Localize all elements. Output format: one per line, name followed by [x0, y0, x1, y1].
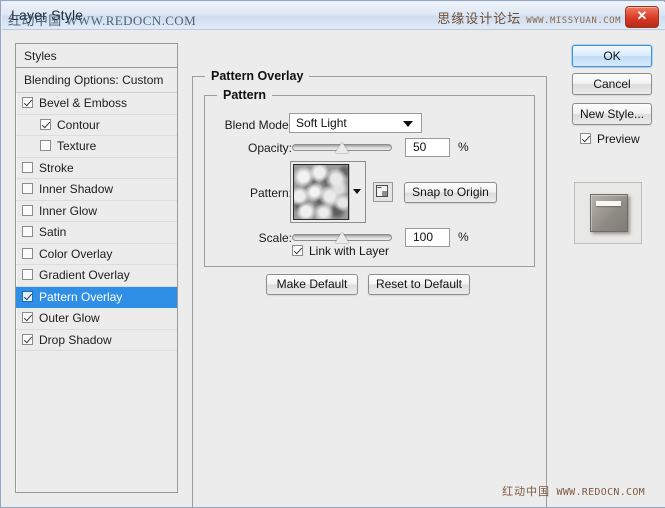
style-row-label: Texture: [57, 139, 97, 153]
scale-input[interactable]: 100: [405, 228, 450, 247]
pattern-label: Pattern:: [249, 186, 292, 200]
preview-shape: [590, 194, 628, 232]
blending-options-row[interactable]: Blending Options: Custom: [16, 68, 177, 93]
window-frame: Layer Style 红动中国 WWW.REDOCN.COM 思缘设计论坛 WW…: [0, 0, 665, 508]
scale-slider[interactable]: [292, 230, 392, 244]
opacity-slider-thumb[interactable]: [335, 142, 349, 153]
blend-mode-label: Blend Mode:: [224, 118, 292, 132]
style-row-label: Satin: [39, 225, 67, 239]
scale-label: Scale:: [258, 231, 292, 245]
checkbox-icon[interactable]: [22, 290, 33, 302]
ok-button[interactable]: OK: [572, 45, 652, 67]
checkbox-icon[interactable]: [22, 204, 33, 216]
checkbox-icon[interactable]: [22, 183, 33, 194]
style-row-label: Color Overlay: [39, 246, 113, 261]
link-with-layer-label: Link with Layer: [309, 244, 390, 258]
chevron-down-icon: [403, 121, 413, 127]
style-row-pattern-overlay[interactable]: Pattern Overlay: [16, 286, 177, 308]
style-row-bevel-emboss[interactable]: Bevel & Emboss: [16, 93, 177, 115]
snap-to-origin-button[interactable]: Snap to Origin: [404, 182, 497, 203]
style-row-label: Drop Shadow: [39, 332, 112, 347]
checkbox-icon[interactable]: [22, 269, 33, 280]
opacity-label: Opacity:: [247, 141, 292, 155]
opacity-input[interactable]: 50: [405, 138, 450, 157]
scale-unit: %: [458, 230, 469, 244]
layer-style-dialog: Layer Style 红动中国 WWW.REDOCN.COM 思缘设计论坛 WW…: [0, 0, 665, 508]
style-row-inner-shadow[interactable]: Inner Shadow: [16, 179, 177, 201]
new-preset-icon: [376, 185, 388, 197]
preview-highlight-bar: [596, 201, 621, 206]
checkbox-icon: [292, 245, 303, 256]
watermark-bottom-cn: 红动中国: [502, 486, 551, 498]
styles-list-panel: Styles Blending Options: Custom Bevel & …: [15, 43, 178, 493]
checkbox-icon[interactable]: [22, 247, 33, 259]
checkbox-icon[interactable]: [22, 97, 33, 108]
pattern-picker[interactable]: [290, 161, 366, 223]
chevron-down-icon: [353, 189, 361, 194]
preview-label: Preview: [597, 132, 640, 146]
style-row-texture[interactable]: Texture: [16, 136, 177, 158]
opacity-slider[interactable]: [292, 140, 392, 154]
style-row-label: Pattern Overlay: [39, 289, 123, 304]
title-bar[interactable]: Layer Style 红动中国 WWW.REDOCN.COM 思缘设计论坛 WW…: [2, 2, 665, 30]
style-row-inner-glow[interactable]: Inner Glow: [16, 201, 177, 222]
checkbox-icon[interactable]: [22, 226, 33, 237]
pattern-swatch[interactable]: [293, 164, 349, 220]
new-style-button[interactable]: New Style...: [572, 103, 652, 125]
checkbox-icon[interactable]: [40, 140, 51, 151]
pattern-overlay-group-title: Pattern Overlay: [205, 69, 310, 83]
cancel-button[interactable]: Cancel: [572, 73, 652, 95]
preview-checkbox[interactable]: Preview: [580, 132, 640, 146]
checkbox-icon[interactable]: [40, 118, 51, 130]
watermark-title-right: 思缘设计论坛 WWW.MISSYUAN.COM: [437, 8, 621, 27]
checkbox-icon[interactable]: [22, 333, 33, 345]
style-row-label: Outer Glow: [39, 311, 100, 325]
style-row-label: Stroke: [39, 160, 74, 175]
style-row-color-overlay[interactable]: Color Overlay: [16, 244, 177, 265]
close-button[interactable]: ✕: [625, 6, 659, 28]
style-row-outer-glow[interactable]: Outer Glow: [16, 308, 177, 330]
checkbox-icon[interactable]: [22, 161, 33, 173]
style-row-label: Inner Shadow: [39, 182, 114, 196]
style-row-label: Inner Glow: [39, 203, 98, 218]
checkbox-icon[interactable]: [22, 312, 33, 323]
checkbox-icon: [580, 133, 591, 144]
style-row-label: Contour: [57, 117, 100, 132]
style-row-gradient-overlay[interactable]: Gradient Overlay: [16, 265, 177, 287]
styles-list-header: Styles: [16, 44, 177, 68]
watermark-title-right-en: WWW.MISSYUAN.COM: [526, 16, 621, 26]
style-row-label: Gradient Overlay: [39, 268, 130, 282]
style-row-contour[interactable]: Contour: [16, 115, 177, 136]
watermark-bottom-en: WWW.REDOCN.COM: [556, 487, 645, 498]
style-preview-thumbnail: [574, 182, 642, 244]
dialog-body: Styles Blending Options: Custom Bevel & …: [2, 30, 665, 508]
style-row-satin[interactable]: Satin: [16, 222, 177, 244]
pattern-group-title: Pattern: [217, 88, 273, 102]
styles-rows: Bevel & Emboss Contour Texture Stroke Inner …: [16, 93, 177, 351]
blend-mode-value: Soft Light: [296, 116, 347, 130]
style-row-label: Bevel & Emboss: [39, 96, 128, 110]
new-preset-icon-button[interactable]: [373, 182, 393, 202]
pattern-dropdown-button[interactable]: [349, 164, 363, 220]
scale-slider-thumb[interactable]: [335, 232, 349, 243]
watermark-title-left: 红动中国 WWW.REDOCN.COM: [8, 13, 197, 28]
blend-mode-select[interactable]: Soft Light: [289, 113, 422, 133]
make-default-button[interactable]: Make Default: [266, 274, 358, 295]
opacity-unit: %: [458, 140, 469, 154]
link-with-layer-checkbox[interactable]: Link with Layer: [292, 244, 389, 258]
reset-to-default-button[interactable]: Reset to Default: [368, 274, 470, 295]
style-row-drop-shadow[interactable]: Drop Shadow: [16, 330, 177, 351]
style-row-stroke[interactable]: Stroke: [16, 158, 177, 179]
watermark-title-right-cn: 思缘设计论坛: [437, 11, 522, 26]
watermark-bottom: 红动中国 WWW.REDOCN.COM: [502, 483, 645, 499]
close-icon: ✕: [636, 8, 648, 23]
